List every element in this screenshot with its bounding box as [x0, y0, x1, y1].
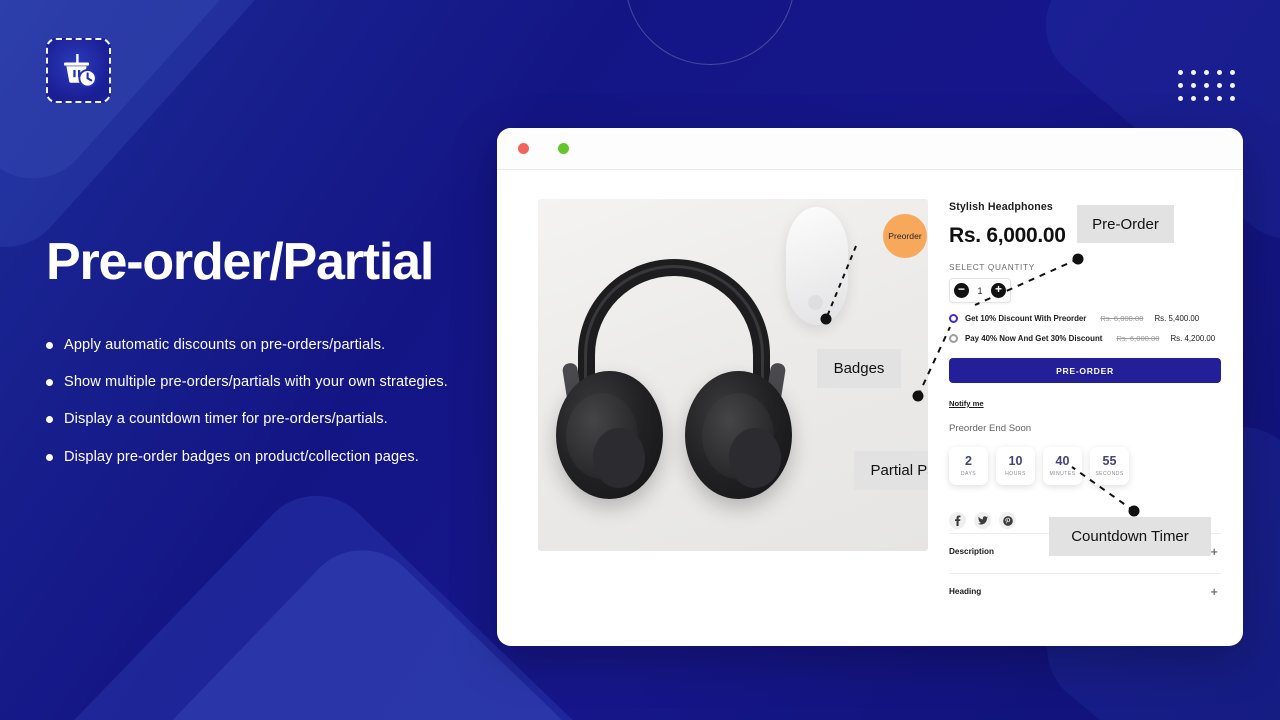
countdown-value: 40 [1055, 453, 1070, 468]
accordion-label: Description [949, 547, 995, 556]
twitter-icon[interactable] [974, 512, 991, 529]
decor-circle-outline [625, 0, 795, 65]
countdown-unit: HOURS [1005, 471, 1026, 478]
option-new-price: Rs. 5,400.00 [1154, 314, 1200, 323]
feature-text: Apply automatic discounts on pre-orders/… [64, 337, 386, 353]
facebook-icon[interactable] [949, 512, 966, 529]
basket-clock-icon [63, 53, 97, 87]
feature-text: Display pre-order badges on product/coll… [64, 448, 419, 465]
accordion-label: Heading [949, 587, 982, 596]
window-minimize-button[interactable] [538, 143, 549, 154]
bullet-dot-icon [46, 379, 53, 387]
countdown-value: 10 [1008, 453, 1023, 468]
notify-me-link[interactable]: Notify me [949, 399, 984, 408]
browser-titlebar [497, 128, 1243, 170]
countdown-title: Preorder End Soon [949, 423, 1032, 434]
bullet-dot-icon [46, 416, 53, 424]
product-image: Preorder Badges Partial Payment [538, 199, 928, 551]
callout-badges: Badges [817, 349, 901, 388]
headphones-object [556, 259, 792, 499]
list-item: Apply automatic discounts on pre-orders/… [46, 336, 516, 354]
countdown-days: 2 DAYS [949, 447, 988, 485]
accordion-heading[interactable]: Heading + [949, 573, 1221, 609]
countdown-unit: MINUTES [1049, 471, 1076, 478]
app-logo [46, 38, 111, 103]
quantity-label: SELECT QUANTITY [949, 263, 1035, 272]
feature-text: Show multiple pre-orders/partials with y… [64, 374, 448, 391]
callout-partial-payment: Partial Payment [854, 451, 928, 490]
option-label: Get 10% Discount With Preorder [965, 314, 1087, 323]
discount-option-1[interactable]: Get 10% Discount With Preorder Rs. 6,000… [949, 314, 1221, 323]
discount-option-2[interactable]: Pay 40% Now And Get 30% Discount Rs. 6,0… [949, 334, 1221, 343]
countdown-hours: 10 HOURS [996, 447, 1035, 485]
quantity-value: 1 [977, 285, 983, 296]
list-item: Display pre-order badges on product/coll… [46, 448, 516, 466]
page-title: Pre-order/Partial [46, 233, 434, 291]
pinterest-icon[interactable] [999, 512, 1016, 529]
feature-text: Display a countdown timer for pre-orders… [64, 411, 388, 428]
quantity-stepper[interactable]: − 1 + [949, 278, 1011, 303]
option-old-price: Rs. 6,000.00 [1100, 314, 1144, 323]
radio-icon-selected[interactable] [949, 314, 958, 323]
option-new-price: Rs. 4,200.00 [1170, 334, 1216, 343]
preorder-button[interactable]: PRE-ORDER [949, 358, 1221, 383]
mouse-object [786, 207, 848, 325]
callout-countdown-timer: Countdown Timer [1049, 517, 1211, 556]
preorder-badge: Preorder [883, 214, 927, 258]
radio-icon[interactable] [949, 334, 958, 343]
window-maximize-button[interactable] [558, 143, 569, 154]
feature-list: Apply automatic discounts on pre-orders/… [46, 336, 516, 485]
decor-dot-grid [1178, 70, 1243, 109]
countdown-timer: 2 DAYS 10 HOURS 40 MINUTES 55 SECONDS [949, 447, 1221, 485]
window-close-button[interactable] [518, 143, 529, 154]
option-old-price: Rs. 6,000.00 [1116, 334, 1160, 343]
bullet-dot-icon [46, 453, 53, 461]
minus-icon[interactable]: − [954, 283, 969, 298]
countdown-value: 2 [965, 453, 972, 468]
countdown-unit: DAYS [960, 471, 977, 478]
plus-icon[interactable]: + [1210, 545, 1218, 558]
bullet-dot-icon [46, 342, 53, 349]
countdown-unit: SECONDS [1095, 471, 1124, 478]
list-item: Display a countdown timer for pre-orders… [46, 410, 516, 428]
countdown-value: 55 [1102, 453, 1117, 468]
list-item: Show multiple pre-orders/partials with y… [46, 373, 516, 391]
option-label: Pay 40% Now And Get 30% Discount [965, 334, 1103, 343]
callout-pre-order: Pre-Order [1077, 205, 1174, 243]
plus-icon[interactable]: + [990, 283, 1006, 298]
countdown-minutes: 40 MINUTES [1043, 447, 1082, 485]
countdown-seconds: 55 SECONDS [1090, 447, 1129, 485]
plus-icon[interactable]: + [1210, 585, 1218, 598]
